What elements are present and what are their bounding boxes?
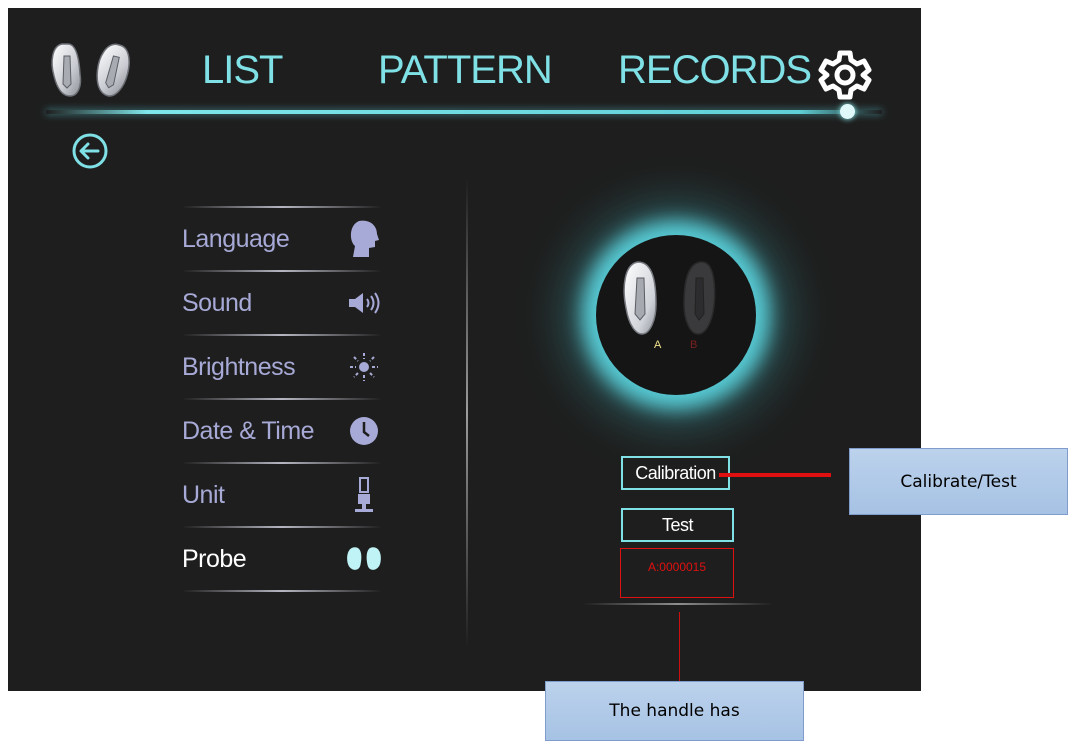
handle-callout: The handle has [545,681,804,741]
calibrate-pointer-line [719,473,831,477]
gear-icon[interactable] [818,48,872,102]
menu-item-language[interactable]: Language [182,208,382,270]
clock-icon [346,411,382,451]
menu-item-label: Unit [182,480,225,509]
speaker-icon [346,283,382,323]
probe-icon [346,539,382,579]
probe-b-label: B [690,339,698,351]
panel-bottom-divider [583,603,773,605]
calibration-button[interactable]: Calibration [621,456,730,490]
probe-pair-icon[interactable] [48,40,148,100]
handle-pointer-line [679,612,680,684]
menu-item-label: Date & Time [182,416,315,445]
probe-b-icon[interactable] [680,260,720,336]
header-underline [46,110,882,114]
nav-records[interactable]: RECORDS [618,48,812,93]
menu-item-label: Probe [182,544,247,573]
test-button[interactable]: Test [621,508,734,542]
menu-item-brightness[interactable]: Brightness [182,336,382,398]
back-arrow-icon[interactable] [70,131,110,171]
unit-stand-icon [346,475,382,515]
menu-item-unit[interactable]: Unit [182,464,382,526]
panel-divider [466,178,468,648]
active-tab-indicator [840,104,855,119]
nav-list[interactable]: LIST [202,48,283,93]
menu-item-label: Language [182,224,290,253]
nav-pattern[interactable]: PATTERN [378,48,553,93]
device-screen: LIST PATTERN RECORDS Language Sound Brig… [8,8,921,691]
menu-item-date-time[interactable]: Date & Time [182,400,382,462]
probe-a-icon[interactable] [620,260,660,336]
probe-a-label: A [654,339,662,351]
menu-item-label: Brightness [182,352,296,381]
calibrate-test-callout: Calibrate/Test [849,448,1068,515]
menu-item-sound[interactable]: Sound [182,272,382,334]
menu-item-probe[interactable]: Probe [182,528,382,590]
menu-item-label: Sound [182,288,252,317]
head-profile-icon [346,219,382,259]
menu-divider [182,590,382,592]
settings-menu: Language Sound Brightness Date & Time Un… [182,206,382,592]
handle-counter: A:0000015 [620,548,734,598]
brightness-icon [346,347,382,387]
